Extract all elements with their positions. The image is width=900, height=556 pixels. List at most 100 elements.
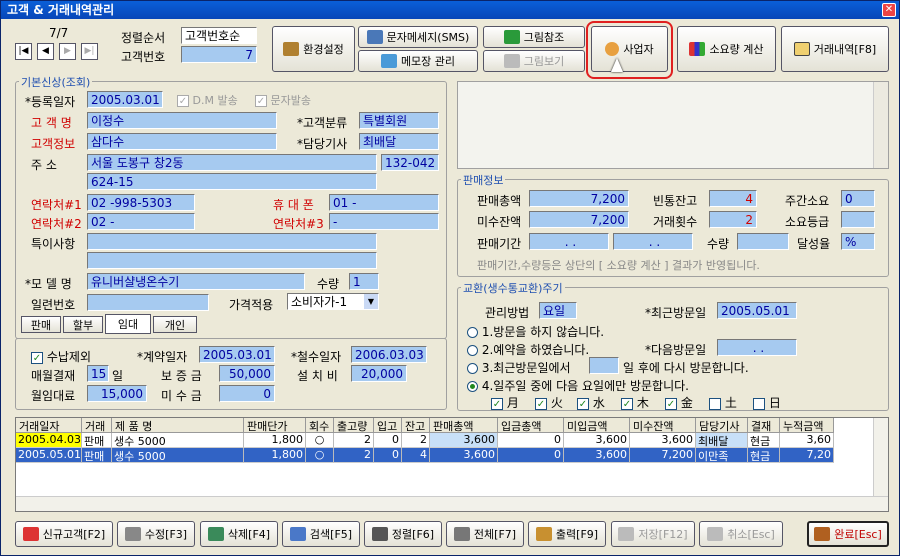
sales-total-field[interactable]: 7,200: [529, 190, 629, 207]
tel2-field[interactable]: 02 -: [87, 213, 195, 230]
weekday-checkbox[interactable]: 土: [709, 394, 737, 411]
method-field[interactable]: 요일: [539, 302, 577, 319]
category-field[interactable]: 특별회원: [359, 112, 439, 129]
address2-field[interactable]: 624-15: [87, 173, 377, 190]
sms-checkbox[interactable]: ✓ 문자발송: [255, 92, 311, 108]
next-visit-field[interactable]: . .: [717, 339, 797, 356]
edit-button[interactable]: 수정[F3]: [117, 521, 195, 547]
history-button[interactable]: 거래내역[F8]: [781, 26, 889, 72]
chevron-down-icon[interactable]: ▼: [364, 294, 378, 309]
first-record-button[interactable]: |◀: [15, 43, 32, 60]
cust-no-field[interactable]: 7: [181, 46, 257, 63]
table-row[interactable]: 2005.04.03 판매 생수 5000 1,800 ○ 2 0 2 3,600 0 3,600 3…: [16, 433, 888, 448]
env-settings-button[interactable]: 환경설정: [272, 26, 355, 72]
save-button[interactable]: 저장[F12]: [611, 521, 695, 547]
period-start-field[interactable]: . .: [529, 233, 609, 250]
column-header[interactable]: 담당기사: [696, 418, 748, 433]
qty-field[interactable]: 1: [349, 273, 379, 290]
option3-radio[interactable]: 3.최근방문일에서: [467, 359, 571, 376]
grade-field[interactable]: [841, 211, 875, 228]
column-header[interactable]: 거래일자: [16, 418, 82, 433]
sort-select[interactable]: 고객번호순: [181, 27, 257, 44]
last-visit-field[interactable]: 2005.05.01: [717, 302, 797, 319]
weekday-checkbox[interactable]: ✓ 月: [491, 394, 519, 411]
close-icon[interactable]: ✕: [882, 3, 896, 17]
tech-field[interactable]: 최배달: [359, 133, 439, 150]
name-field[interactable]: 이정수: [87, 112, 277, 129]
print-button[interactable]: 출력[F9]: [528, 521, 606, 547]
receivable-field[interactable]: 7,200: [529, 211, 629, 228]
column-header[interactable]: 잔고: [402, 418, 430, 433]
model-field[interactable]: 유니버샬냉온수기: [87, 273, 305, 290]
picture-view-button[interactable]: 그림보기: [483, 50, 585, 72]
weekly-field[interactable]: 0: [841, 190, 875, 207]
exclude-checkbox[interactable]: ✓ 수납제외: [31, 348, 91, 365]
info-field[interactable]: 삼다수: [87, 133, 277, 150]
memo-scrollbar[interactable]: [873, 82, 888, 168]
settle-field[interactable]: 15: [87, 365, 109, 382]
column-header[interactable]: 미수잔액: [630, 418, 696, 433]
install-field[interactable]: 20,000: [351, 365, 407, 382]
done-button[interactable]: 완료[Esc]: [807, 521, 889, 547]
column-header[interactable]: 결재: [748, 418, 780, 433]
period-end-field[interactable]: . .: [613, 233, 693, 250]
contract-field[interactable]: 2005.03.01: [199, 346, 275, 363]
mobile-field[interactable]: 01 -: [329, 194, 439, 211]
option4-radio[interactable]: 4.일주일 중에 다음 요일에만 방문합니다.: [467, 377, 689, 394]
last-record-button[interactable]: ▶|: [81, 43, 98, 60]
weekday-checkbox[interactable]: ✓ 水: [577, 394, 605, 411]
sales-qty-field[interactable]: [737, 233, 789, 250]
zip-field[interactable]: 132-042: [381, 154, 439, 171]
memo-area[interactable]: [457, 81, 889, 169]
new-customer-button[interactable]: 신규고객[F2]: [15, 521, 113, 547]
cancel-button[interactable]: 취소[Esc]: [699, 521, 783, 547]
address1-field[interactable]: 서울 도봉구 창2동: [87, 154, 377, 171]
column-header[interactable]: 입고: [374, 418, 402, 433]
weekday-checkbox[interactable]: ✓ 火: [535, 394, 563, 411]
column-header[interactable]: 제 품 명: [112, 418, 244, 433]
prev-record-button[interactable]: ◀: [37, 43, 54, 60]
column-header[interactable]: 입금총액: [498, 418, 564, 433]
column-header[interactable]: 거래: [82, 418, 112, 433]
next-record-button[interactable]: ▶: [59, 43, 76, 60]
all-button[interactable]: 전체[F7]: [446, 521, 524, 547]
delete-button[interactable]: 삭제[F4]: [200, 521, 278, 547]
table-row[interactable]: 2005.05.01 판매 생수 5000 1,800 ○ 2 0 4 3,600 0 3,600 7…: [16, 448, 888, 463]
search-button[interactable]: 검색[F5]: [282, 521, 360, 547]
table-hscrollbar[interactable]: [16, 496, 888, 511]
tab-installment[interactable]: 할부: [63, 316, 103, 333]
days-after-field[interactable]: [589, 357, 619, 374]
weekday-checkbox[interactable]: 日: [753, 394, 781, 411]
dm-checkbox[interactable]: ✓ D.M 발송: [177, 92, 238, 108]
count-field[interactable]: 2: [709, 211, 757, 228]
column-header[interactable]: 미입금액: [564, 418, 630, 433]
bottle-field[interactable]: 4: [709, 190, 757, 207]
sort-button[interactable]: 정렬[F6]: [364, 521, 442, 547]
picture-ref-button[interactable]: 그림참조: [483, 26, 585, 48]
option1-radio[interactable]: 1.방문을 하지 않습니다.: [467, 323, 604, 340]
unpaid-field[interactable]: 0: [219, 385, 275, 402]
achieve-field[interactable]: %: [841, 233, 875, 250]
column-header[interactable]: 판매단가: [244, 418, 306, 433]
deposit-field[interactable]: 50,000: [219, 365, 275, 382]
note-field2[interactable]: [87, 252, 377, 269]
column-header[interactable]: 회수: [306, 418, 334, 433]
price-select[interactable]: 소비자가-1 ▼: [287, 293, 379, 310]
note-field1[interactable]: [87, 233, 377, 250]
tab-rental[interactable]: 임대: [105, 314, 151, 334]
tab-sale[interactable]: 판매: [21, 316, 61, 333]
memo-button[interactable]: 메모장 관리: [358, 50, 478, 72]
business-button[interactable]: 사업자: [591, 26, 668, 72]
monthly-field[interactable]: 15,000: [87, 385, 147, 402]
weekday-checkbox[interactable]: ✓ 木: [621, 394, 649, 411]
consumption-calc-button[interactable]: 소요량 계산: [677, 26, 776, 72]
column-header[interactable]: 판매총액: [430, 418, 498, 433]
weekday-checkbox[interactable]: ✓ 金: [665, 394, 693, 411]
tel1-field[interactable]: 02 -998-5303: [87, 194, 195, 211]
option2-radio[interactable]: 2.예약을 하였습니다.: [467, 341, 589, 358]
column-header[interactable]: 출고량: [334, 418, 374, 433]
tel3-field[interactable]: -: [329, 213, 439, 230]
tab-personal[interactable]: 개인: [153, 316, 197, 333]
column-header[interactable]: 누적금액: [780, 418, 834, 433]
serial-field[interactable]: [87, 294, 209, 311]
